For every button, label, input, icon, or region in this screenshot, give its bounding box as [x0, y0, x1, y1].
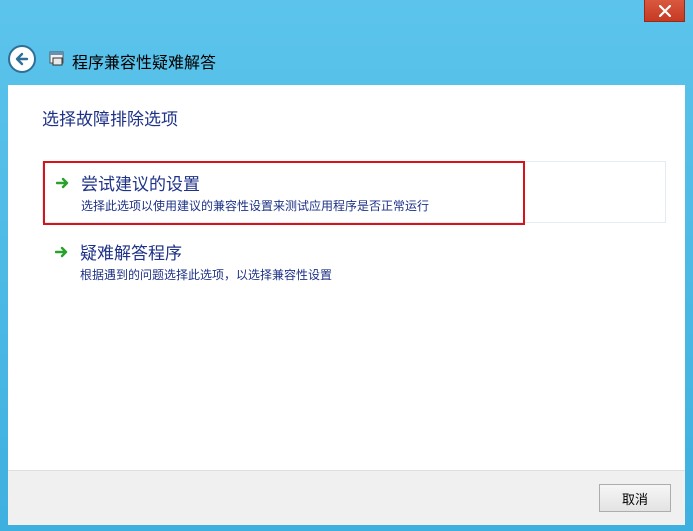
- close-button[interactable]: [644, 0, 685, 22]
- option-description: 根据遇到的问题选择此选项，以选择兼容性设置: [80, 268, 333, 282]
- window-title: 程序兼容性疑难解答: [72, 53, 217, 72]
- option-troubleshoot-program[interactable]: 疑难解答程序 根据遇到的问题选择此选项，以选择兼容性设置: [42, 231, 666, 293]
- content-panel: 选择故障排除选项 尝试建议的设置 选择此选项以使用建议的兼容性设置来测试应用程序…: [8, 85, 685, 470]
- troubleshooter-window: 程序兼容性疑难解答 选择故障排除选项 尝试建议的设置 选择此选项以使用建议的兼容…: [0, 0, 693, 531]
- page-heading: 选择故障排除选项: [42, 110, 178, 130]
- option-try-recommended-settings[interactable]: 尝试建议的设置 选择此选项以使用建议的兼容性设置来测试应用程序是否正常运行: [42, 161, 666, 225]
- option-title: 尝试建议的设置: [81, 175, 200, 195]
- troubleshooter-app-icon: [49, 51, 64, 66]
- title-bar: 程序兼容性疑难解答: [0, 40, 693, 84]
- back-button[interactable]: [8, 45, 36, 73]
- cancel-button[interactable]: 取消: [599, 484, 671, 512]
- green-arrow-icon: [56, 177, 69, 189]
- footer-bar: 取消: [8, 470, 685, 525]
- back-arrow-icon: [15, 52, 29, 66]
- green-arrow-icon: [55, 246, 68, 258]
- option-description: 选择此选项以使用建议的兼容性设置来测试应用程序是否正常运行: [81, 199, 430, 213]
- close-icon: [658, 4, 671, 17]
- option-title: 疑难解答程序: [80, 244, 182, 264]
